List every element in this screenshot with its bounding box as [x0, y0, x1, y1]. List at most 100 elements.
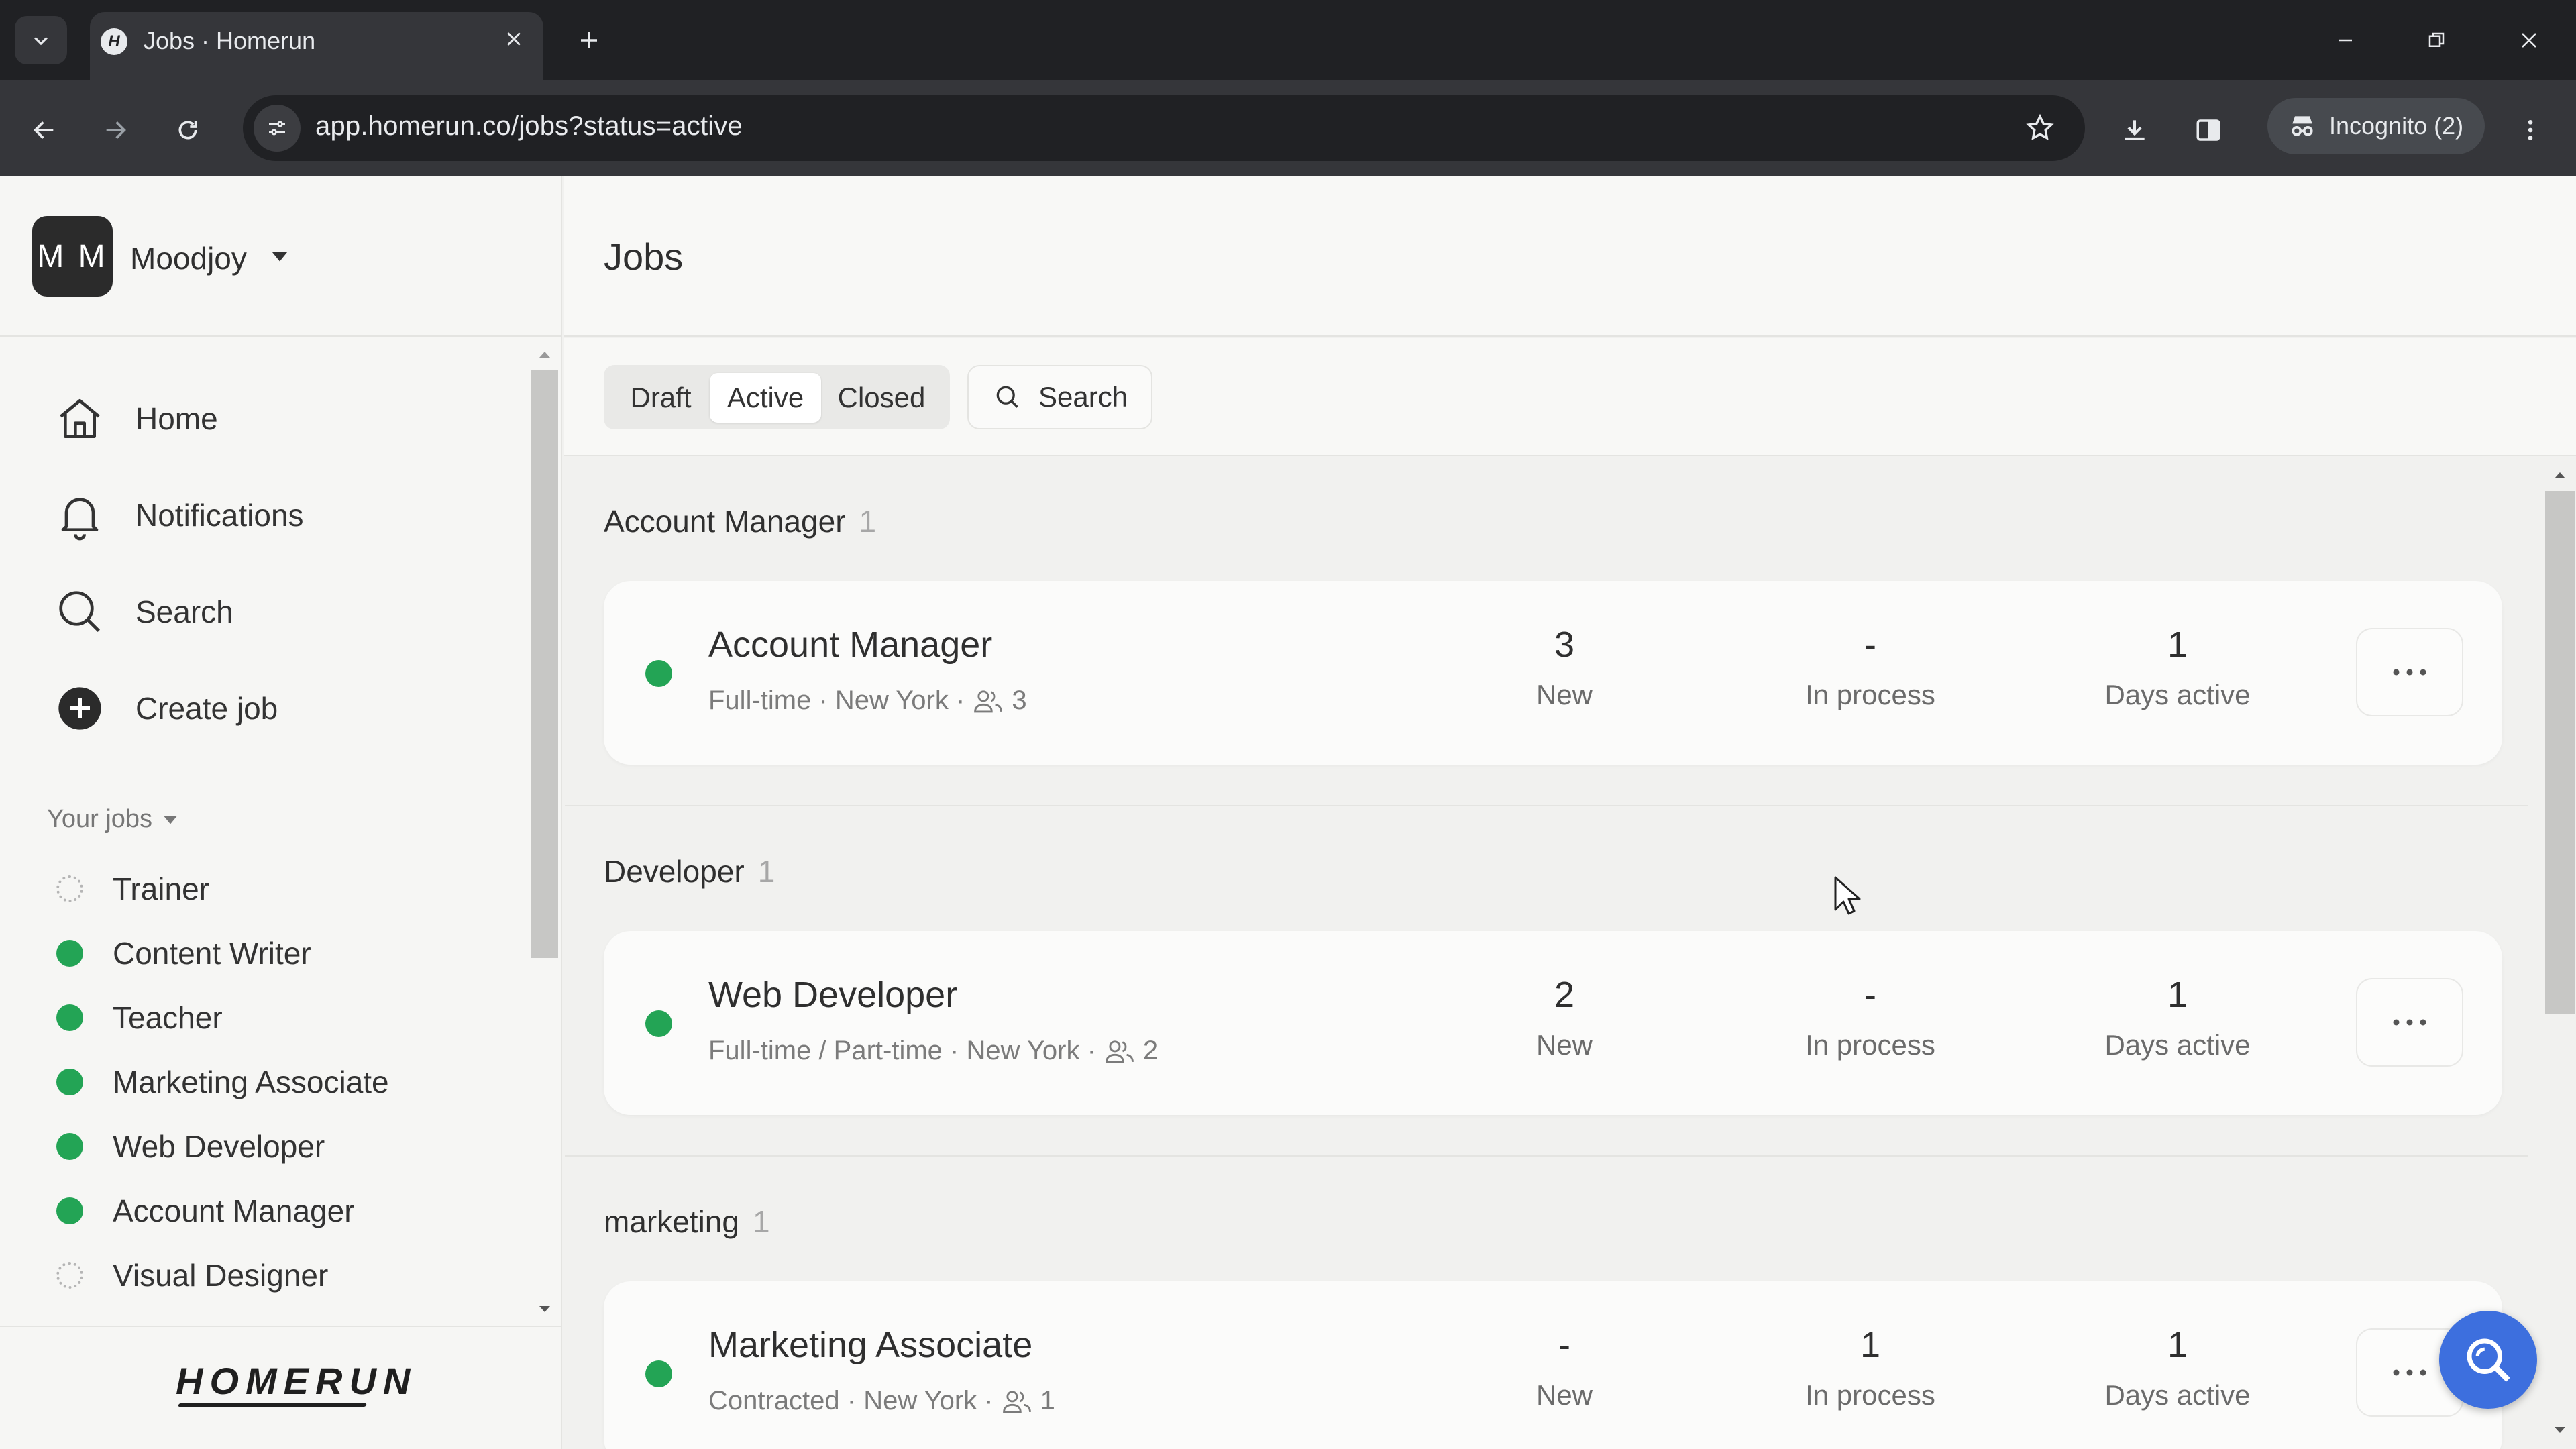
search-icon	[2467, 1338, 2510, 1382]
sidebar-item-label: Home	[136, 401, 218, 436]
job-more-button[interactable]	[2356, 628, 2463, 716]
side-panel-button[interactable]	[2182, 103, 2235, 157]
sidebar-job-label: Marketing Associate	[113, 1065, 389, 1099]
job-group-header: Developer 1	[604, 853, 775, 890]
caret-down-icon	[164, 816, 177, 824]
sidebar-item-label: Create job	[136, 691, 278, 726]
stat-new[interactable]: 3 New	[1464, 624, 1665, 711]
bookmark-button[interactable]	[2015, 103, 2065, 153]
main-scroll-down-icon[interactable]	[2552, 1422, 2568, 1438]
stat-new[interactable]: 2 New	[1464, 974, 1665, 1061]
sidebar-job-account-manager[interactable]: Account Manager	[56, 1187, 355, 1234]
stat-value: 1	[1860, 1325, 1881, 1365]
filter-draft-button[interactable]: Draft	[616, 373, 706, 423]
new-tab-button[interactable]	[568, 19, 610, 62]
reload-button[interactable]	[161, 103, 215, 157]
search-label: Search	[1038, 381, 1128, 413]
filter-active-button[interactable]: Active	[710, 373, 821, 423]
job-title: Web Developer	[708, 975, 958, 1015]
forward-button[interactable]	[89, 103, 142, 157]
main-scrollbar-thumb[interactable]	[2545, 491, 2575, 1014]
filter-closed-button[interactable]: Closed	[826, 373, 936, 423]
users-icon	[1002, 1390, 1031, 1413]
sidebar-item-label: Notifications	[136, 498, 304, 533]
job-people-count: 3	[1012, 686, 1027, 715]
window-minimize-button[interactable]	[2318, 16, 2372, 64]
sidebar-job-label: Visual Designer	[113, 1258, 329, 1293]
active-status-icon	[56, 1069, 83, 1095]
close-icon	[2522, 33, 2536, 48]
sidebar-item-notifications[interactable]: Notifications	[52, 482, 482, 549]
group-count: 1	[752, 1204, 770, 1239]
more-horizontal-icon	[2393, 1019, 2426, 1026]
workspace-switcher[interactable]: M M Moodjoy	[0, 176, 562, 337]
stat-in-process[interactable]: - In process	[1770, 974, 1971, 1061]
active-status-icon	[56, 940, 83, 967]
job-card-marketing-associate[interactable]: Marketing Associate Contracted · New Yor…	[604, 1281, 2502, 1449]
job-meta-text: Contracted · New York ·	[708, 1386, 994, 1415]
group-divider	[565, 1155, 2528, 1157]
sidebar-scroll-up-icon[interactable]	[537, 346, 553, 362]
window-restore-button[interactable]	[2410, 16, 2463, 64]
sidebar-item-search[interactable]: Search	[52, 578, 482, 645]
sidebar-scrollbar-thumb[interactable]	[531, 370, 558, 958]
arrow-right-icon	[106, 121, 126, 139]
sidebar-job-trainer[interactable]: Trainer	[56, 865, 209, 912]
stat-label: In process	[1805, 1379, 1935, 1411]
stat-in-process[interactable]: - In process	[1770, 624, 1971, 711]
draft-status-icon	[56, 875, 83, 902]
arrow-left-icon	[34, 121, 54, 139]
job-more-button[interactable]	[2356, 978, 2463, 1067]
sidebar-job-label: Trainer	[113, 871, 209, 906]
your-jobs-label: Your jobs	[47, 805, 153, 833]
tab-search-button[interactable]	[15, 16, 67, 64]
job-meta: Full-time / Part-time · New York · 2	[708, 1036, 1158, 1066]
back-button[interactable]	[17, 103, 71, 157]
sidebar-job-content-writer[interactable]: Content Writer	[56, 930, 311, 977]
stat-label: In process	[1805, 679, 1935, 710]
job-meta: Full-time · New York · 3	[708, 686, 1027, 716]
sidebar-job-label: Account Manager	[113, 1193, 355, 1228]
workspace-name: Moodjoy	[130, 241, 247, 276]
jobs-search-button[interactable]: Search	[967, 365, 1152, 429]
active-status-icon	[645, 660, 672, 687]
tab-title: Jobs · Homerun	[144, 27, 316, 54]
job-title: Marketing Associate	[708, 1325, 1033, 1365]
job-meta-text: Full-time · New York ·	[708, 686, 965, 715]
stat-new[interactable]: - New	[1464, 1324, 1665, 1411]
url-text[interactable]: app.homerun.co/jobs?status=active	[315, 111, 743, 142]
job-card-web-developer[interactable]: Web Developer Full-time / Part-time · Ne…	[604, 931, 2502, 1115]
stat-label: In process	[1805, 1029, 1935, 1061]
window-close-button[interactable]	[2502, 16, 2556, 64]
sidebar-job-marketing-associate[interactable]: Marketing Associate	[56, 1059, 389, 1106]
browser-menu-button[interactable]	[2504, 103, 2557, 157]
sidebar-item-create-job[interactable]: Create job	[52, 675, 482, 742]
logo-underline	[178, 1403, 367, 1407]
mouse-cursor-icon	[1834, 876, 1861, 915]
page-title: Jobs	[604, 235, 684, 278]
homerun-favicon-icon: H	[101, 28, 127, 55]
main-scroll-up-icon[interactable]	[2552, 467, 2568, 483]
help-search-button[interactable]	[2439, 1311, 2537, 1409]
downloads-button[interactable]	[2108, 103, 2161, 157]
job-title: Account Manager	[708, 625, 993, 665]
bell-icon	[52, 488, 107, 543]
group-name: Account Manager	[604, 504, 846, 539]
sidebar-job-teacher[interactable]: Teacher	[56, 994, 223, 1041]
active-status-icon	[645, 1010, 672, 1037]
job-group-header: Account Manager 1	[604, 503, 876, 539]
stat-in-process[interactable]: 1 In process	[1770, 1324, 1971, 1411]
sidebar-item-label: Search	[136, 594, 233, 629]
sidebar-scroll-down-icon[interactable]	[537, 1301, 553, 1318]
group-count: 1	[757, 854, 775, 889]
job-card-account-manager[interactable]: Account Manager Full-time · New York · 3…	[604, 581, 2502, 765]
tab-close-button[interactable]	[495, 20, 533, 58]
site-info-button[interactable]	[254, 105, 301, 152]
sidebar-job-visual-designer[interactable]: Visual Designer	[56, 1252, 328, 1299]
your-jobs-toggle[interactable]: Your jobs	[47, 805, 179, 834]
sidebar-item-home[interactable]: Home	[52, 385, 482, 452]
group-divider	[565, 805, 2528, 806]
sidebar-job-web-developer[interactable]: Web Developer	[56, 1123, 325, 1170]
incognito-button[interactable]: Incognito (2)	[2267, 98, 2485, 154]
homerun-logo: HOMERUN	[176, 1360, 417, 1402]
